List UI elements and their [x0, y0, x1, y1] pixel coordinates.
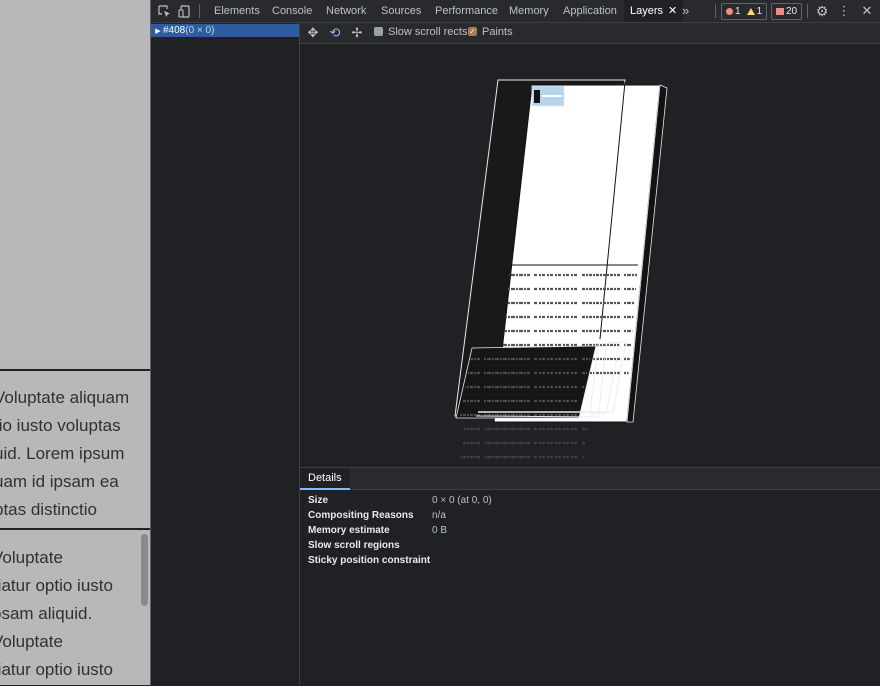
divider [715, 4, 716, 18]
text-line: ptas distinctio [0, 500, 97, 519]
text-line: uid. Lorem ipsum [0, 444, 125, 463]
text-line: psam aliquid. [0, 604, 93, 623]
divider [0, 369, 150, 371]
text-block-1: Voluptate aliquam tio iusto voluptas uid… [0, 384, 150, 524]
text-line: Voluptate aliquam [0, 388, 130, 407]
tab-elements[interactable]: Elements [214, 0, 260, 22]
layers-3d-canvas[interactable] [300, 44, 880, 466]
text-line: Voluptate [0, 632, 63, 651]
layers-toolbar: ✥ ⟲ ✢ Slow scroll rects ✓ Paints [300, 23, 880, 44]
devtools-tab-bar: Elements Console Network Sources Perform… [151, 0, 880, 23]
paints-label: Paints [482, 26, 513, 38]
error-icon [726, 8, 733, 15]
divider [199, 4, 200, 18]
page-viewport: Voluptate aliquam tio iusto voluptas uid… [0, 0, 151, 685]
text-line: riatur optio iusto [0, 660, 113, 679]
warning-count: 1 [756, 6, 763, 17]
tab-memory[interactable]: Memory [509, 0, 549, 22]
pan-mode-icon[interactable]: ✥ [305, 25, 321, 41]
detail-key-slow-scroll: Slow scroll regions [308, 540, 400, 551]
text-line: uam id ipsam ea [0, 472, 119, 491]
layer-quad [460, 350, 592, 416]
issues-icon [776, 8, 784, 15]
tab-details[interactable]: Details [300, 468, 350, 490]
detail-key-compositing: Compositing Reasons [308, 510, 414, 521]
text-line: tio iusto voluptas [0, 416, 121, 435]
tab-layers-label: Layers [630, 5, 664, 17]
tab-application[interactable]: Application [563, 0, 617, 22]
text-line: Voluptate [0, 548, 63, 567]
layer-tree: ▶ #408(0 × 0) [151, 23, 300, 685]
slow-scroll-rects-checkbox[interactable] [374, 27, 383, 36]
paints-checkbox[interactable]: ✓ [468, 27, 477, 36]
tab-layers[interactable]: Layers ✕ [624, 0, 684, 22]
reset-transform-icon[interactable]: ✢ [349, 25, 365, 41]
layer-node-id: #408 [163, 25, 186, 36]
more-tabs-icon[interactable]: » [682, 0, 689, 22]
detail-key-sticky: Sticky position constraint [308, 555, 431, 566]
close-devtools-icon[interactable]: ✕ [859, 3, 875, 19]
slow-scroll-rects-label: Slow scroll rects [388, 26, 468, 38]
rotate-mode-icon[interactable]: ⟲ [327, 25, 343, 41]
divider [0, 528, 150, 530]
tab-performance[interactable]: Performance [435, 0, 498, 22]
close-tab-icon[interactable]: ✕ [668, 5, 677, 17]
expand-arrow-icon[interactable]: ▶ [153, 25, 163, 38]
text-line: riatur optio iusto [0, 576, 113, 595]
layer-tree-item[interactable]: ▶ #408(0 × 0) [151, 24, 299, 37]
issues-badge[interactable]: 20 [771, 3, 803, 20]
tab-network[interactable]: Network [326, 0, 366, 22]
layer-node-size: (0 × 0) [185, 25, 215, 36]
detail-key-memory: Memory estimate [308, 525, 390, 536]
kebab-menu-icon[interactable]: ⋮ [836, 3, 852, 19]
detail-value-memory: 0 B [432, 525, 448, 536]
logo-mark-icon [534, 90, 540, 103]
inspect-element-icon[interactable] [156, 3, 172, 19]
error-count-badge[interactable]: 1 1 [721, 3, 768, 20]
device-toggle-icon[interactable] [176, 3, 192, 19]
tab-console[interactable]: Console [272, 0, 312, 22]
page-scrollbar-thumb[interactable] [141, 534, 148, 606]
issues-count: 20 [786, 6, 798, 17]
tab-sources[interactable]: Sources [381, 0, 421, 22]
details-panel: Details Size 0 × 0 (at 0, 0) Compositing… [300, 467, 880, 686]
settings-gear-icon[interactable]: ⚙ [814, 3, 830, 19]
devtools-panel: Elements Console Network Sources Perform… [151, 0, 880, 686]
error-count: 1 [735, 6, 741, 17]
detail-value-size: 0 × 0 (at 0, 0) [432, 495, 492, 506]
detail-value-compositing: n/a [432, 510, 446, 521]
text-block-2: Voluptate riatur optio iusto psam aliqui… [0, 544, 150, 684]
warning-icon [746, 8, 755, 15]
divider [807, 4, 808, 18]
layer-visualization [454, 79, 668, 466]
details-header [300, 468, 880, 490]
detail-key-size: Size [308, 495, 329, 506]
